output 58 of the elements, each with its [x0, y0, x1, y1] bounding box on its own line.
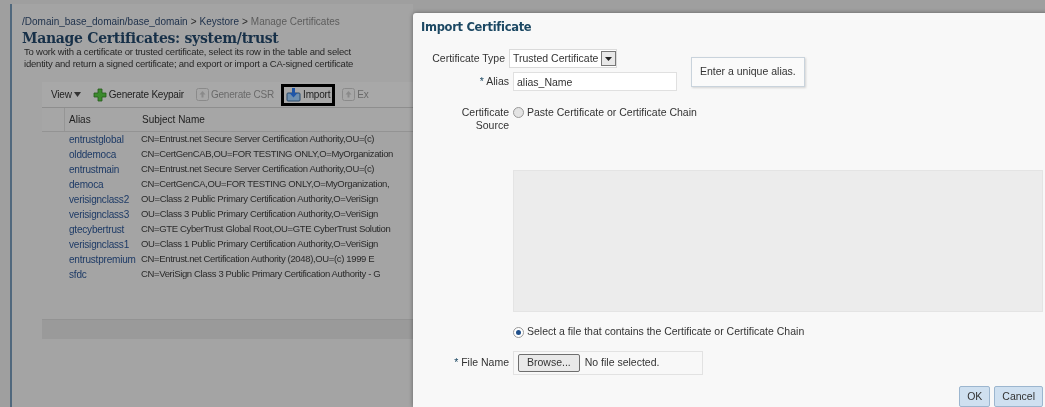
file-status: No file selected. [584, 355, 660, 371]
column-header[interactable]: Subject Name [139, 112, 205, 127]
alias-link[interactable]: entrustglobal [65, 132, 139, 147]
table-cell-text: OU=Class 3 Public Primary Certification Authority,O=VeriSign [140, 207, 378, 222]
caret-icon [73, 92, 81, 97]
alias-link[interactable]: gtecybertrust [65, 222, 139, 237]
radio-icon [513, 326, 524, 338]
column-header[interactable]: Alias [65, 112, 139, 127]
import-icon [286, 87, 302, 102]
table-cell-text: CN=Entrust.net Secure Server Certification Authority,OU=(c) [140, 162, 375, 177]
alias-link[interactable]: verisignclass2 [65, 192, 139, 207]
browse-button[interactable]: Browse... [518, 354, 580, 372]
breadcrumb-current: Manage Certificates [250, 15, 340, 29]
page-title: Manage Certificates: system/trust [22, 30, 280, 46]
toolbar-button[interactable]: Generate Keypair [87, 83, 189, 106]
radio-icon [513, 107, 524, 119]
certificate-type-select[interactable]: Trusted Certificate [509, 49, 618, 69]
file-field[interactable]: Browse... No file selected. [513, 351, 703, 375]
breadcrumb-link[interactable]: Keystore [199, 14, 239, 29]
upload-icon [342, 88, 356, 101]
alias-link[interactable]: entrustpremium [65, 252, 139, 267]
alias-link[interactable]: democa [65, 177, 139, 192]
table-cell-text: CN=Entrust.net Certification Authority (2048),OU=(c) 1999 E [140, 252, 375, 267]
table-cell-text: CN=Entrust.net Secure Server Certification Authority,OU=(c) [140, 132, 375, 147]
description-text: To work with a certificate or trusted certificate, select its row in the table and select [24, 46, 352, 58]
alias-link[interactable]: verisignclass1 [65, 237, 139, 252]
field-label: Certificate [461, 106, 509, 120]
description-text: identity and return a signed certificate; and export or import a CA-signed certificate [24, 58, 355, 70]
dialog-button[interactable]: OK [959, 386, 991, 407]
toolbar-button[interactable]: View [46, 83, 86, 106]
dialog-button[interactable]: Cancel [994, 386, 1043, 407]
field-label: Source [475, 119, 509, 133]
dialog-title: Import Certificate [421, 19, 533, 36]
plus-icon [92, 87, 107, 102]
radio-option[interactable]: Paste Certificate or Certificate Chain [513, 106, 697, 120]
table-cell-text: CN=VeriSign Class 3 Public Primary Certification Authority - G [140, 267, 381, 282]
table-cell-text: CN=CertGenCAB,OU=FOR TESTING ONLY,O=MyOrganization [140, 147, 394, 162]
field-label: * File Name [453, 355, 509, 371]
alias-link[interactable]: olddemoca [65, 147, 139, 162]
alias-field[interactable]: alias_Name [513, 72, 677, 92]
table-cell-text: OU=Class 1 Public Primary Certification Authority,O=VeriSign [140, 237, 378, 252]
radio-option[interactable]: Select a file that contains the Certificate or Certificate Chain [513, 324, 1043, 340]
toolbar-button[interactable]: Import [281, 83, 336, 106]
field-label: Certificate Type [431, 50, 505, 66]
alias-link[interactable]: sfdc [65, 267, 139, 282]
alias-link[interactable]: verisignclass3 [65, 207, 139, 222]
dropdown-button[interactable] [601, 51, 617, 67]
table-cell-text: CN=CertGenCA,OU=FOR TESTING ONLY,O=MyOrganization, [140, 177, 390, 192]
caret-icon [605, 56, 613, 61]
alias-link[interactable]: entrustmain [65, 162, 139, 177]
breadcrumb-separator: > [190, 15, 197, 29]
field-label: * Alias [478, 73, 509, 89]
tooltip: Enter a unique alias. [691, 57, 805, 87]
breadcrumb-link[interactable]: /Domain_base_domain/base_domain [22, 14, 188, 29]
table-cell-text: CN=GTE CyberTrust Global Root,OU=GTE CyberTrust Solution [140, 222, 391, 237]
upload-icon [195, 88, 209, 101]
breadcrumb-separator: > [242, 15, 248, 29]
table-cell-text: OU=Class 2 Public Primary Certification Authority,O=VeriSign [140, 192, 378, 207]
